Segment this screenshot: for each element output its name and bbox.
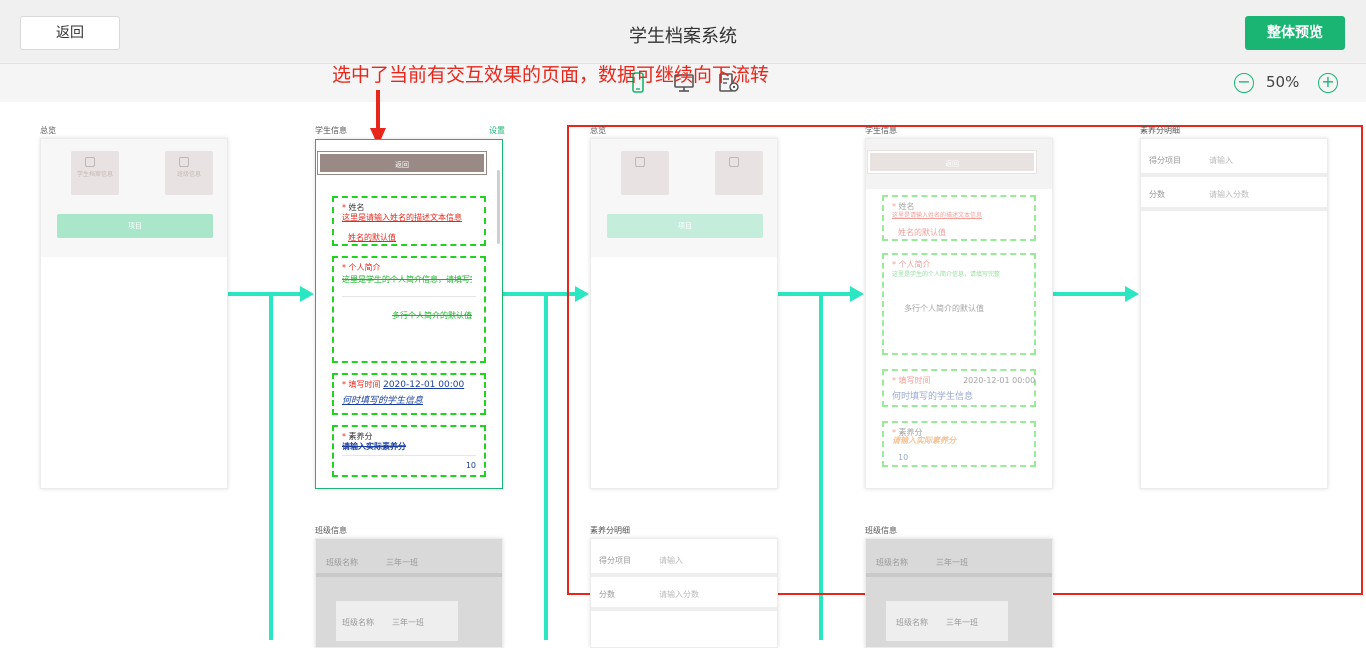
student-back-button[interactable]: 返回: [867, 150, 1037, 174]
tile-label: 班级信息: [176, 171, 201, 178]
zoom-in-button[interactable]: +: [1318, 73, 1338, 93]
page-card-score-detail-2[interactable]: 得分项目 请输入 分数 请输入分数: [590, 538, 778, 648]
class-sub-card[interactable]: 班级名称 三年一班: [886, 601, 1008, 641]
field-default-value: 姓名的默认值: [898, 228, 946, 237]
field-default-value: 10: [898, 453, 909, 462]
zoom-level: 50%: [1266, 73, 1300, 91]
form-row[interactable]: 班级名称 三年一班: [316, 543, 502, 577]
row-input[interactable]: 请输入: [659, 555, 683, 566]
page-title: 学生档案系统: [629, 26, 737, 47]
student-back-button[interactable]: 返回: [317, 151, 487, 175]
overview-project-button[interactable]: 项目: [57, 214, 213, 238]
row-label: 班级名称: [876, 558, 908, 567]
flow-arrow-head: [300, 286, 314, 302]
row-value: 三年一班: [386, 558, 418, 567]
field-score[interactable]: * 素养分 请输入实际素养分 10: [882, 421, 1036, 467]
field-description: 这里是请输入姓名的描述文本信息: [892, 212, 983, 219]
page-label-overview: 总览: [590, 126, 606, 135]
field-description: 何时填写的学生信息: [892, 392, 974, 402]
page-label-class: 班级信息: [315, 526, 347, 535]
row-value: 三年一班: [392, 618, 424, 627]
field-description: 这里是学生的个人简介信息，请填写完整: [342, 275, 472, 284]
row-label: 得分项目: [1149, 156, 1181, 165]
page-label-score-detail: 素养分明细: [1140, 126, 1180, 135]
qrcode-icon: [85, 157, 95, 167]
overview-tile[interactable]: 学生档案信息: [71, 151, 119, 195]
page-card-student-2[interactable]: 返回 * 姓名 这里是请输入姓名的描述文本信息 姓名的默认值 * 个人简介 这里…: [865, 138, 1053, 489]
zoom-out-button[interactable]: −: [1234, 73, 1254, 93]
form-row[interactable]: 班级名称 三年一班: [866, 543, 1052, 577]
divider: [342, 455, 476, 456]
field-default-value: 姓名的默认值: [348, 233, 396, 242]
row-value: 三年一班: [946, 618, 978, 627]
class-sub-card[interactable]: 班级名称 三年一班: [336, 601, 458, 641]
page-card-overview[interactable]: 学生档案信息 班级信息 项目: [40, 138, 228, 489]
field-name[interactable]: * 姓名 这里是请输入姓名的描述文本信息 姓名的默认值: [882, 195, 1036, 241]
row-label: 班级名称: [326, 558, 358, 567]
page-label-score-detail: 素养分明细: [590, 526, 630, 535]
page-card-student[interactable]: 返回 * 姓名 这里是请输入姓名的描述文本信息 姓名的默认值 * 个人简介 这里…: [315, 139, 503, 489]
page-card-class[interactable]: 班级名称 三年一班 班级名称 三年一班: [315, 538, 503, 648]
form-row[interactable]: 得分项目 请输入: [1141, 147, 1327, 177]
flow-connector: [503, 292, 577, 296]
flow-connector: [228, 292, 302, 296]
overview-tile[interactable]: 班级信息: [165, 151, 213, 195]
form-row[interactable]: 得分项目 请输入: [591, 547, 777, 577]
field-time[interactable]: * 填写时间 2020-12-01 00:00 何时填写的学生信息: [332, 373, 486, 415]
scrollbar[interactable]: [497, 170, 500, 244]
page-card-score-detail[interactable]: 得分项目 请输入 分数 请输入分数: [1140, 138, 1328, 489]
form-row[interactable]: 分数 请输入分数: [1141, 181, 1327, 211]
qrcode-icon: [635, 157, 645, 167]
page-card-class-2[interactable]: 班级名称 三年一班 班级名称 三年一班: [865, 538, 1053, 648]
field-intro[interactable]: * 个人简介 这里是学生的个人简介信息，请填写完整 多行个人简介的默认值: [882, 253, 1036, 355]
page-settings-link[interactable]: 设置: [489, 125, 505, 136]
page-label-overview: 总览: [40, 126, 56, 135]
field-name[interactable]: * 姓名 这里是请输入姓名的描述文本信息 姓名的默认值: [332, 196, 486, 246]
field-label: * 个人简介: [342, 263, 381, 272]
row-label: 得分项目: [599, 556, 631, 565]
field-description: 这里是学生的个人简介信息，请填写完整: [892, 271, 1001, 278]
row-label: 班级名称: [896, 618, 928, 627]
field-description: 何时填写的学生信息: [342, 396, 424, 406]
page-label-student: 学生信息: [315, 126, 347, 135]
page-label-student: 学生信息: [865, 126, 897, 135]
top-bar: 返回 学生档案系统 整体预览: [0, 0, 1366, 64]
row-input[interactable]: 请输入分数: [659, 589, 699, 600]
field-time[interactable]: * 填写时间 2020-12-01 00:00 何时填写的学生信息: [882, 369, 1036, 407]
row-input[interactable]: 请输入: [1209, 155, 1233, 166]
overview-tile[interactable]: [621, 151, 669, 195]
row-input[interactable]: 请输入分数: [1209, 189, 1249, 200]
divider: [342, 296, 476, 297]
field-default-value: 10: [465, 461, 476, 470]
field-score[interactable]: * 素养分 请输入实际素养分 10: [332, 425, 486, 477]
qrcode-icon: [729, 157, 739, 167]
page-label-class: 班级信息: [865, 526, 897, 535]
overview-project-button[interactable]: 项目: [607, 214, 763, 238]
field-description: 这里是请输入姓名的描述文本信息: [342, 213, 462, 222]
tile-label: 学生档案信息: [76, 171, 113, 178]
overall-preview-button[interactable]: 整体预览: [1245, 16, 1345, 50]
field-description: 请输入实际素养分: [342, 442, 406, 451]
qrcode-icon: [179, 157, 189, 167]
field-description: 请输入实际素养分: [892, 436, 956, 445]
annotation-text: 选中了当前有交互效果的页面，数据可继续向下流转: [332, 64, 770, 86]
row-label: 分数: [599, 590, 615, 599]
field-default-value: 多行个人简介的默认值: [904, 304, 984, 313]
flow-connector-vertical: [269, 292, 273, 640]
field-default-value: 多行个人简介的默认值: [392, 311, 472, 320]
field-intro[interactable]: * 个人简介 这里是学生的个人简介信息，请填写完整 多行个人简介的默认值: [332, 256, 486, 363]
field-label: * 填写时间 2020-12-01 00:00: [892, 376, 1036, 385]
row-value: 三年一班: [936, 558, 968, 567]
field-label: * 填写时间 2020-12-01 00:00: [342, 380, 465, 390]
overview-tile[interactable]: [715, 151, 763, 195]
annotation-arrow: [376, 90, 380, 132]
row-label: 班级名称: [342, 618, 374, 627]
flow-connector-vertical: [544, 292, 548, 640]
form-row[interactable]: 分数 请输入分数: [591, 581, 777, 611]
page-card-overview-2[interactable]: 项目: [590, 138, 778, 489]
row-label: 分数: [1149, 190, 1165, 199]
